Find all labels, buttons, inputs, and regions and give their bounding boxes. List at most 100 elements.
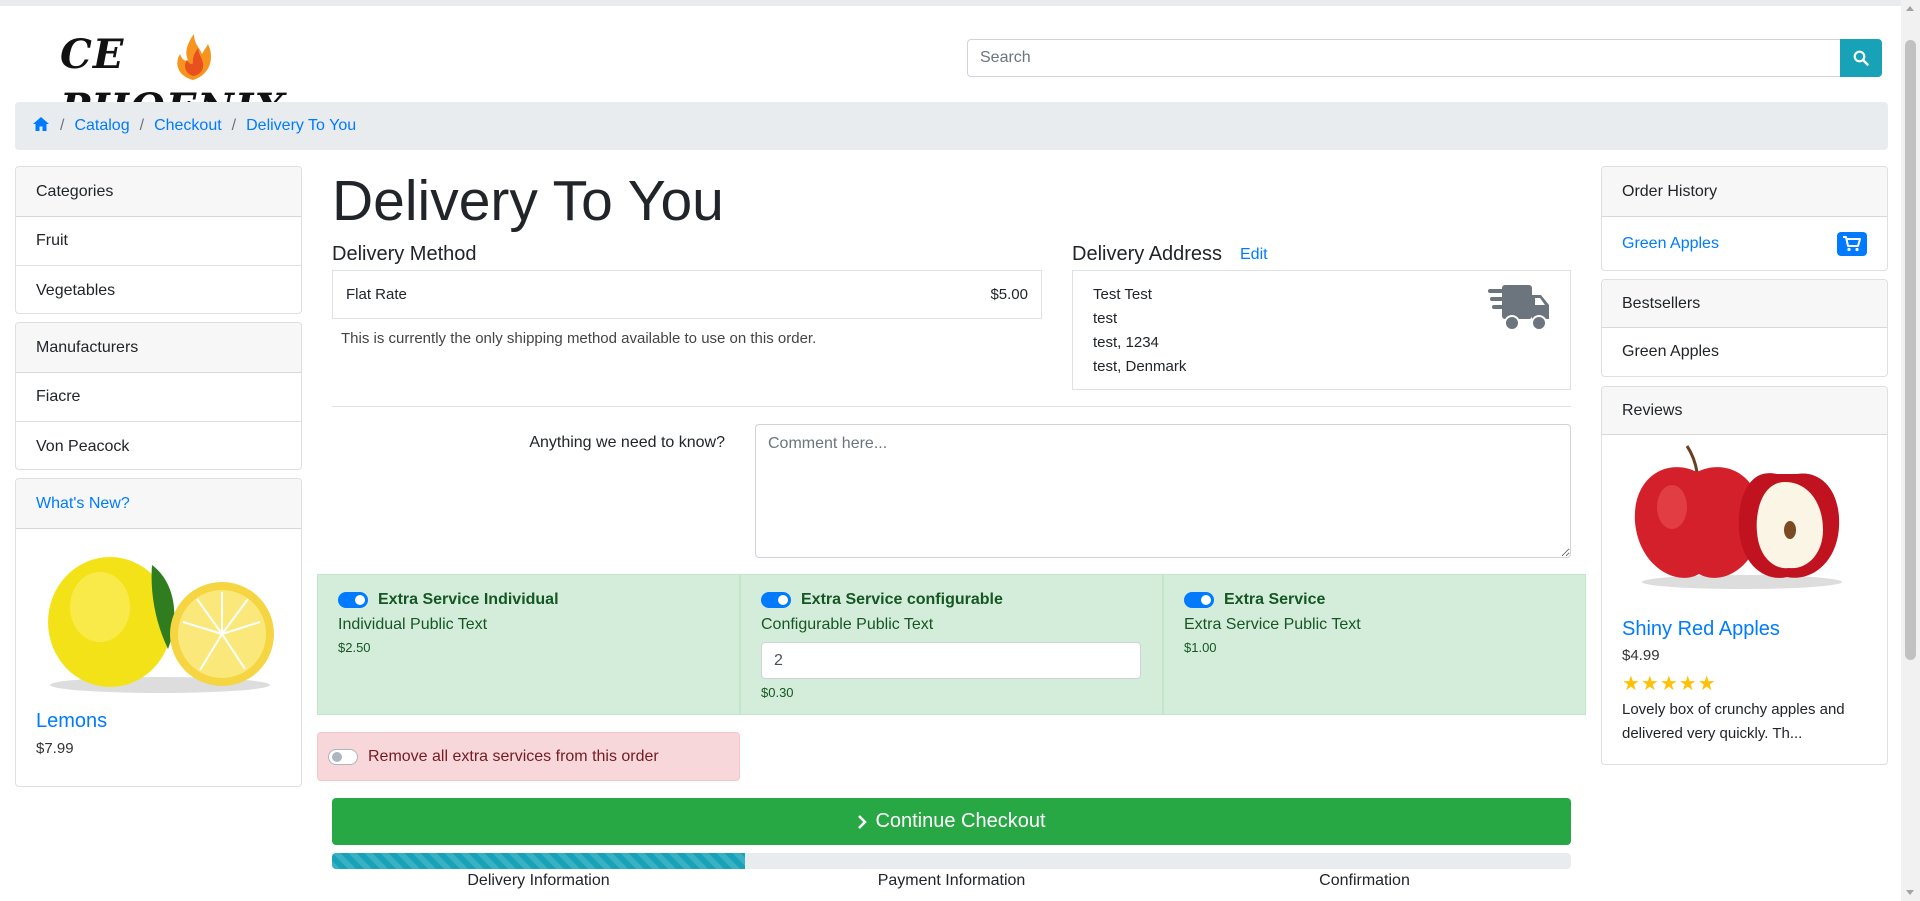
phoenix-flame-icon <box>177 34 212 80</box>
delivery-method-name: Flat Rate <box>346 286 407 303</box>
delivery-method-price: $5.00 <box>990 286 1028 303</box>
order-history-product-link[interactable]: Green Apples <box>1622 235 1719 253</box>
search-button[interactable] <box>1840 39 1882 77</box>
breadcrumb-home[interactable] <box>32 116 50 137</box>
comment-label: Anything we need to know? <box>529 434 725 451</box>
review-product-name[interactable]: Shiny Red Apples <box>1622 618 1780 641</box>
order-history-title: Order History <box>1602 167 1887 217</box>
delivery-address-box: Test Test test test, 1234 test, Denmark <box>1072 270 1571 390</box>
order-history-card: Order History Green Apples <box>1601 166 1888 271</box>
search-icon <box>1853 50 1869 66</box>
truck-icon <box>1488 285 1549 331</box>
remove-extra-services-toggle[interactable] <box>328 748 358 765</box>
scroll-up-icon[interactable] <box>1906 6 1914 11</box>
bestsellers-card: Bestsellers Green Apples <box>1601 279 1888 377</box>
review-text: Lovely box of crunchy apples and deliver… <box>1622 701 1845 742</box>
whats-new-card: What's New? Lemons $7.99 <box>15 478 302 787</box>
scrollbar-thumb[interactable] <box>1905 40 1916 660</box>
extra-service-price: $2.50 <box>338 640 371 655</box>
continue-checkout-button[interactable]: Continue Checkout <box>332 798 1571 845</box>
manufacturer-label: Von Peacock <box>36 437 130 455</box>
address-line-name: Test Test <box>1093 286 1152 303</box>
lemons-image[interactable] <box>40 537 280 697</box>
bestseller-item[interactable]: Green Apples <box>1602 328 1887 376</box>
extra-service-title: Extra Service configurable <box>801 591 1003 608</box>
page-scrollbar[interactable] <box>1901 0 1920 901</box>
extra-service-title: Extra Service <box>1224 591 1326 608</box>
manufacturers-card: Manufacturers Fiacre Von Peacock <box>15 322 302 470</box>
extra-service-configurable: Extra Service configurable Configurable … <box>740 574 1163 715</box>
address-line-city-postcode: test, 1234 <box>1093 334 1159 351</box>
delivery-address-heading: Delivery Address <box>1072 243 1223 265</box>
whats-new-product-name[interactable]: Lemons <box>36 710 107 733</box>
category-item-fruit[interactable]: Fruit <box>16 217 301 266</box>
extra-service-price: $1.00 <box>1184 640 1217 655</box>
step-confirmation: Confirmation <box>1319 872 1410 889</box>
categories-card: Categories Fruit Vegetables <box>15 166 302 314</box>
remove-extra-services-label: Remove all extra services from this orde… <box>368 747 659 765</box>
delivery-method-note: This is currently the only shipping meth… <box>341 330 817 347</box>
category-label: Vegetables <box>36 281 116 299</box>
review-product-price: $4.99 <box>1622 647 1660 664</box>
home-icon <box>33 116 49 131</box>
bestseller-label: Green Apples <box>1622 343 1719 360</box>
breadcrumb-separator: / <box>231 117 237 134</box>
bestsellers-title: Bestsellers <box>1602 280 1887 328</box>
page-title: Delivery To You <box>332 169 724 233</box>
search-input[interactable] <box>967 39 1840 77</box>
manufacturer-item-fiacre[interactable]: Fiacre <box>16 373 301 422</box>
manufacturer-label: Fiacre <box>36 388 81 405</box>
extra-service-individual-toggle[interactable] <box>338 592 368 608</box>
extra-service-public-text: Configurable Public Text <box>761 616 934 633</box>
address-line-street: test <box>1093 310 1118 327</box>
reviews-card: Reviews Shiny Red Apples $4.99 ★★★★★ Lov… <box>1601 386 1888 765</box>
whats-new-link[interactable]: What's New? <box>36 495 130 513</box>
add-to-cart-button[interactable] <box>1837 231 1867 256</box>
manufacturer-item-von-peacock[interactable]: Von Peacock <box>16 422 301 469</box>
extra-service-title: Extra Service Individual <box>378 591 559 608</box>
address-line-state-country: test, Denmark <box>1093 358 1187 375</box>
breadcrumb-separator: / <box>60 117 65 134</box>
breadcrumb-checkout[interactable]: Checkout <box>154 117 222 135</box>
reviews-title: Reviews <box>1602 387 1887 435</box>
continue-checkout-label: Continue Checkout <box>875 810 1046 832</box>
site-logo[interactable]: CE PHOENIX <box>60 28 286 132</box>
extra-service-individual: Extra Service Individual Individual Publ… <box>317 574 740 715</box>
breadcrumb: / Catalog / Checkout / Delivery To You <box>15 102 1888 150</box>
checkout-steps: Delivery Information Payment Information… <box>332 872 1571 890</box>
category-item-vegetables[interactable]: Vegetables <box>16 266 301 313</box>
extra-service: Extra Service Extra Service Public Text … <box>1163 574 1586 715</box>
category-label: Fruit <box>36 232 68 249</box>
extra-service-public-text: Individual Public Text <box>338 616 488 633</box>
top-strip <box>0 0 1920 6</box>
delivery-method-box[interactable]: Flat Rate $5.00 <box>332 270 1042 319</box>
breadcrumb-separator: / <box>139 117 145 134</box>
extra-service-toggle[interactable] <box>1184 592 1214 608</box>
delivery-method-heading: Delivery Method <box>332 243 477 265</box>
extra-service-configurable-toggle[interactable] <box>761 592 791 608</box>
cart-icon <box>1843 235 1861 251</box>
checkout-progress <box>332 853 1571 869</box>
breadcrumb-current[interactable]: Delivery To You <box>246 117 356 135</box>
breadcrumb-catalog[interactable]: Catalog <box>74 117 129 135</box>
order-history-item: Green Apples <box>1602 217 1887 270</box>
scroll-down-icon[interactable] <box>1906 890 1914 895</box>
remove-extra-services: Remove all extra services from this orde… <box>317 732 740 781</box>
whats-new-header: What's New? <box>16 479 301 529</box>
checkout-progress-bar <box>332 853 745 869</box>
search-bar <box>967 39 1882 77</box>
delivery-address-edit-link[interactable]: Edit <box>1240 246 1268 264</box>
red-apples-image[interactable] <box>1627 442 1857 592</box>
extra-service-public-text: Extra Service Public Text <box>1184 616 1361 633</box>
categories-title: Categories <box>16 167 301 217</box>
extra-service-price: $0.30 <box>761 685 794 700</box>
comment-textarea[interactable] <box>755 424 1571 558</box>
review-rating-stars: ★★★★★ <box>1622 673 1717 695</box>
whats-new-price: $7.99 <box>36 740 74 757</box>
step-delivery-information: Delivery Information <box>467 872 610 889</box>
manufacturers-title: Manufacturers <box>16 323 301 373</box>
step-payment-information: Payment Information <box>877 872 1026 889</box>
section-divider <box>332 406 1571 407</box>
extra-service-quantity-input[interactable] <box>761 642 1141 679</box>
chevron-right-icon <box>858 814 868 829</box>
